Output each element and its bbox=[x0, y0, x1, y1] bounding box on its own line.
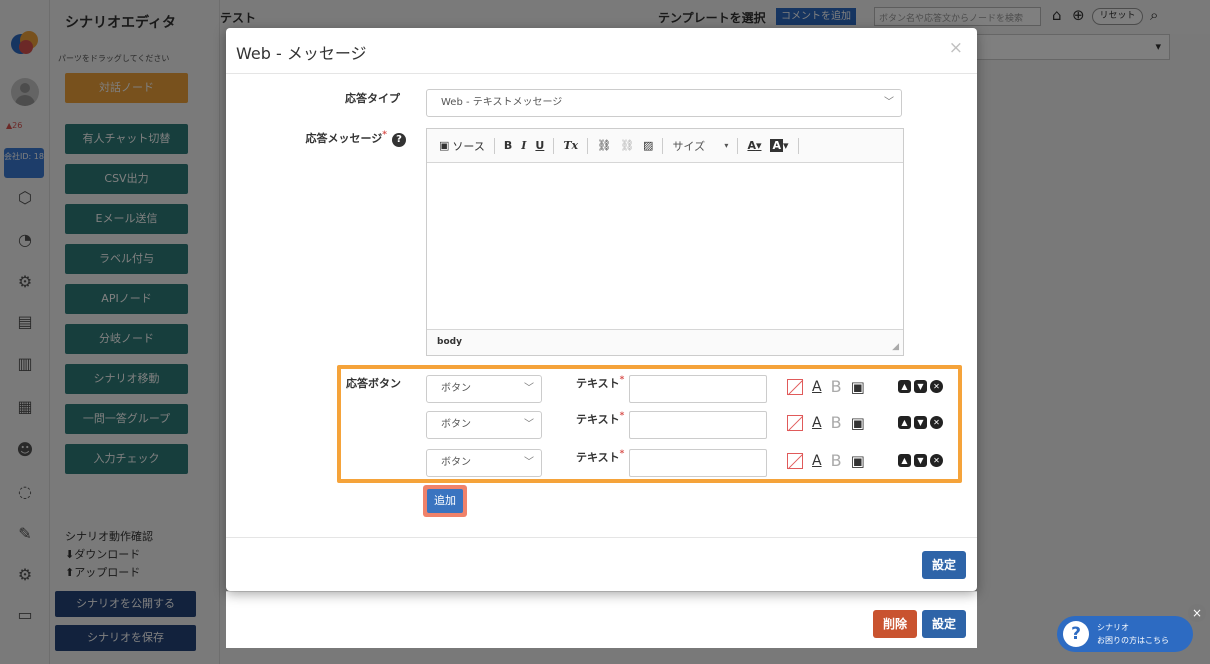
row-controls: ▲ ▼ ✕ bbox=[898, 380, 943, 393]
link-icon[interactable]: ⛓ bbox=[597, 139, 611, 152]
move-down-icon[interactable]: ▼ bbox=[914, 416, 927, 429]
font-size-select[interactable]: サイズ ▾ bbox=[672, 138, 728, 154]
image-icon[interactable]: ▣ bbox=[851, 451, 865, 471]
response-buttons-section: 応答ボタン ボタン ﹀ テキスト* A B ▣ ▲ ▼ ✕ ボタン ﹀ テキスト* … bbox=[337, 365, 962, 483]
text-label: テキスト* bbox=[576, 449, 625, 464]
editor-content[interactable] bbox=[427, 163, 903, 329]
no-color-icon[interactable] bbox=[787, 415, 803, 431]
button-style-icons: A B ▣ bbox=[787, 377, 874, 397]
modal-title: Web - メッセージ bbox=[236, 44, 367, 63]
font-color-icon[interactable]: A bbox=[812, 377, 822, 397]
source-icon: ▣ bbox=[439, 139, 450, 152]
button-type-select[interactable]: ボタン ﹀ bbox=[426, 411, 542, 439]
modal-footer bbox=[226, 537, 977, 538]
unlink-icon[interactable]: ⛓ bbox=[620, 139, 634, 152]
move-up-icon[interactable]: ▲ bbox=[898, 416, 911, 429]
help-line-2: お困りの方はこちら bbox=[1097, 636, 1169, 645]
delete-button[interactable]: 削除 bbox=[873, 610, 917, 638]
bold-style-icon[interactable]: B bbox=[831, 377, 842, 397]
remove-format-button[interactable]: Tx bbox=[563, 139, 578, 152]
move-down-icon[interactable]: ▼ bbox=[914, 454, 927, 467]
remove-row-icon[interactable]: ✕ bbox=[930, 416, 943, 429]
no-color-icon[interactable] bbox=[787, 379, 803, 395]
remove-row-icon[interactable]: ✕ bbox=[930, 454, 943, 467]
editor-toolbar: ▣ ソース B I U Tx ⛓ ⛓ ▨ サイズ ▾ A ▾ A ▾ bbox=[427, 129, 903, 163]
row-controls: ▲ ▼ ✕ bbox=[898, 416, 943, 429]
modal-header: Web - メッセージ × bbox=[226, 28, 977, 74]
text-color-button[interactable]: A ▾ bbox=[747, 139, 761, 152]
image-icon[interactable]: ▣ bbox=[851, 413, 865, 433]
no-color-icon[interactable] bbox=[787, 453, 803, 469]
help-icon[interactable]: ? bbox=[392, 133, 406, 147]
chevron-down-icon: ﹀ bbox=[524, 419, 534, 430]
text-label: テキスト* bbox=[576, 411, 625, 426]
bold-style-icon[interactable]: B bbox=[831, 451, 842, 471]
response-buttons-label: 応答ボタン bbox=[346, 377, 401, 390]
remove-row-icon[interactable]: ✕ bbox=[930, 380, 943, 393]
add-row-button[interactable]: 追加 bbox=[427, 489, 463, 513]
message-modal: Web - メッセージ × 応答タイプ Web - テキストメッセージ ﹀ 応答… bbox=[226, 28, 977, 591]
response-type-label: 応答タイプ bbox=[345, 92, 400, 105]
close-icon[interactable]: × bbox=[1188, 604, 1206, 622]
text-label: テキスト* bbox=[576, 375, 625, 390]
font-color-icon[interactable]: A bbox=[812, 451, 822, 471]
button-text-input[interactable] bbox=[629, 449, 767, 477]
editor-path-bar: body ◢ bbox=[427, 329, 903, 355]
bg-color-button[interactable]: A ▾ bbox=[770, 139, 789, 152]
node-panel-footer: 削除 設定 bbox=[226, 591, 977, 648]
button-text-input[interactable] bbox=[629, 411, 767, 439]
button-style-icons: A B ▣ bbox=[787, 451, 874, 471]
rich-text-editor[interactable]: ▣ ソース B I U Tx ⛓ ⛓ ▨ サイズ ▾ A ▾ A ▾ body ◢ bbox=[426, 128, 904, 356]
response-type-value: Web - テキストメッセージ bbox=[441, 97, 563, 108]
image-icon[interactable]: ▣ bbox=[851, 377, 865, 397]
button-type-select[interactable]: ボタン ﹀ bbox=[426, 375, 542, 403]
chevron-down-icon: ﹀ bbox=[524, 383, 534, 394]
modal-set-button[interactable]: 設定 bbox=[922, 551, 966, 579]
move-up-icon[interactable]: ▲ bbox=[898, 380, 911, 393]
button-text-input[interactable] bbox=[629, 375, 767, 403]
button-type-select[interactable]: ボタン ﹀ bbox=[426, 449, 542, 477]
panel-set-button[interactable]: 設定 bbox=[922, 610, 966, 638]
close-icon[interactable]: × bbox=[949, 38, 963, 58]
chevron-down-icon: ﹀ bbox=[524, 457, 534, 468]
row-controls: ▲ ▼ ✕ bbox=[898, 454, 943, 467]
button-style-icons: A B ▣ bbox=[787, 413, 874, 433]
image-icon[interactable]: ▨ bbox=[643, 139, 653, 152]
response-type-select[interactable]: Web - テキストメッセージ ﹀ bbox=[426, 89, 902, 117]
move-down-icon[interactable]: ▼ bbox=[914, 380, 927, 393]
move-up-icon[interactable]: ▲ bbox=[898, 454, 911, 467]
question-icon: ? bbox=[1063, 621, 1089, 647]
italic-button[interactable]: I bbox=[521, 139, 526, 152]
bold-button[interactable]: B bbox=[504, 139, 512, 152]
element-path: body bbox=[437, 337, 462, 347]
underline-button[interactable]: U bbox=[535, 139, 544, 152]
help-widget[interactable]: ? シナリオ お困りの方はこちら bbox=[1057, 616, 1193, 652]
resize-grip-icon[interactable]: ◢ bbox=[892, 342, 899, 352]
source-button[interactable]: ▣ ソース bbox=[439, 138, 485, 154]
add-button-highlight: 追加 bbox=[423, 485, 467, 517]
bold-style-icon[interactable]: B bbox=[831, 413, 842, 433]
font-color-icon[interactable]: A bbox=[812, 413, 822, 433]
response-message-label: 応答メッセージ*? bbox=[266, 130, 406, 147]
help-line-1: シナリオ bbox=[1097, 623, 1129, 632]
chevron-down-icon: ﹀ bbox=[884, 97, 894, 108]
